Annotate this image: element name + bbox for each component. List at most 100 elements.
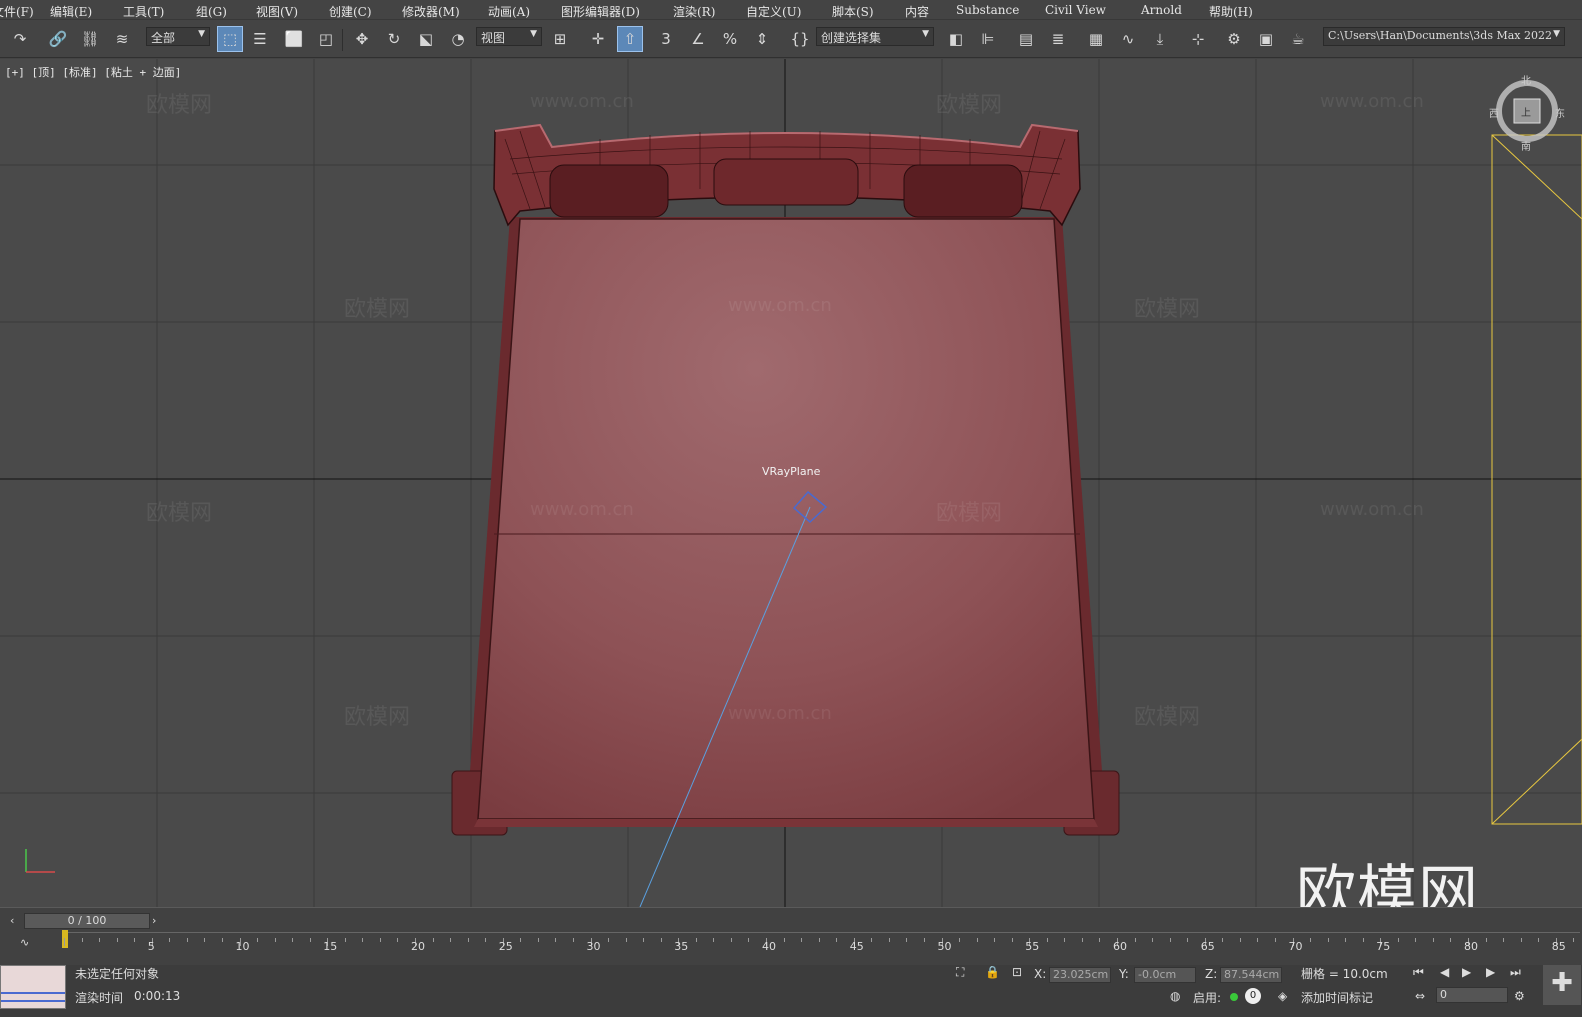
- compass-north[interactable]: 北: [1521, 72, 1531, 87]
- enable-count[interactable]: 0: [1245, 988, 1261, 1004]
- spinner-snap-icon[interactable]: ⇕: [750, 27, 774, 51]
- frame-tick-label: 60: [1113, 940, 1127, 953]
- scene-explorer-icon[interactable]: ▤: [1014, 27, 1038, 51]
- link-icon[interactable]: 🔗: [46, 27, 70, 51]
- move-icon[interactable]: ✥: [350, 27, 374, 51]
- chevron-down-icon: ▼: [530, 29, 537, 39]
- mirror-icon[interactable]: ◧: [944, 27, 968, 51]
- rect-selection-region-icon[interactable]: ⬜: [282, 27, 306, 51]
- slider-next-icon[interactable]: ›: [152, 914, 156, 927]
- menu-create[interactable]: 创建(C): [329, 3, 372, 20]
- menu-scripting[interactable]: 脚本(S): [832, 3, 874, 20]
- layer-explorer-icon[interactable]: ≣: [1046, 27, 1070, 51]
- render-production-icon[interactable]: ☕: [1286, 27, 1310, 51]
- current-frame-marker[interactable]: [62, 930, 68, 948]
- y-coord-field[interactable]: -0.0cm: [1134, 967, 1196, 983]
- menu-graph-editors[interactable]: 图形编辑器(D): [561, 3, 640, 20]
- key-mode-icon[interactable]: ⇔: [1415, 989, 1425, 1003]
- viewcube-face[interactable]: 上: [1521, 104, 1531, 119]
- bind-space-warp-icon[interactable]: ≋: [110, 27, 134, 51]
- track-bar[interactable]: [62, 932, 1580, 933]
- menu-customize[interactable]: 自定义(U): [746, 3, 801, 20]
- frame-tick: [81, 938, 83, 942]
- menu-edit[interactable]: 编辑(E): [50, 3, 92, 20]
- percent-snap-icon[interactable]: %: [718, 27, 742, 51]
- time-slider[interactable]: 0 / 100: [24, 913, 150, 929]
- current-frame-field[interactable]: 0: [1436, 987, 1508, 1003]
- place-icon[interactable]: ◔: [446, 27, 470, 51]
- absolute-mode-icon[interactable]: ⊡: [1012, 965, 1022, 979]
- menu-file[interactable]: 文件(F): [0, 3, 34, 20]
- compass-south[interactable]: 南: [1521, 138, 1531, 153]
- frame-tick: [221, 938, 223, 942]
- frame-tick: [1432, 938, 1434, 942]
- go-to-end-icon[interactable]: ⏭: [1510, 965, 1521, 980]
- menu-modifiers[interactable]: 修改器(M): [402, 3, 460, 20]
- play-icon[interactable]: ▶: [1462, 965, 1471, 979]
- viewport-label[interactable]: [+] [顶] [标准] [粘土 + 边面]: [5, 64, 181, 80]
- frame-tick: [871, 938, 873, 942]
- toggle-ribbon-icon[interactable]: ▦: [1084, 27, 1108, 51]
- angle-snap-icon[interactable]: ∠: [686, 27, 710, 51]
- menu-content[interactable]: 内容: [905, 3, 929, 20]
- compass-east[interactable]: 东: [1555, 105, 1565, 120]
- z-coord-field[interactable]: 87.544cm: [1220, 967, 1282, 983]
- dope-sheet-icon[interactable]: ⤓: [1148, 27, 1172, 51]
- menu-arnold[interactable]: Arnold: [1141, 3, 1182, 17]
- rotate-icon[interactable]: ↻: [382, 27, 406, 51]
- chevron-down-icon: ▼: [1553, 29, 1560, 39]
- window-crossing-icon[interactable]: ◰: [314, 27, 338, 51]
- compass-west[interactable]: 西: [1489, 105, 1499, 120]
- select-object-icon[interactable]: ⬚: [217, 26, 243, 52]
- select-by-name-icon[interactable]: ☰: [248, 27, 272, 51]
- unlink-icon[interactable]: ⛓: [78, 27, 102, 51]
- scale-icon[interactable]: ⬕: [414, 27, 438, 51]
- time-config-icon[interactable]: ⚙: [1514, 989, 1525, 1003]
- frame-tick-label: 30: [586, 940, 601, 953]
- slider-prev-icon[interactable]: ‹: [10, 914, 14, 927]
- frame-tick: [1415, 938, 1417, 942]
- lock-selection-icon[interactable]: 🔒: [985, 965, 1000, 979]
- isolate-selection-icon[interactable]: ⛶: [956, 965, 964, 980]
- chevron-down-icon: ▼: [922, 29, 929, 39]
- menu-help[interactable]: 帮助(H): [1209, 3, 1253, 20]
- time-tag-icon[interactable]: ◈: [1278, 989, 1287, 1003]
- select-manipulate-icon[interactable]: ✛: [586, 27, 610, 51]
- menu-group[interactable]: 组(G): [196, 3, 227, 20]
- frame-tick: [344, 938, 346, 942]
- align-icon[interactable]: ⊫: [976, 27, 1000, 51]
- frame-tick-label: 15: [323, 940, 338, 953]
- keyboard-shortcut-override-icon[interactable]: ⇧: [617, 26, 643, 52]
- frame-tick: [520, 938, 522, 942]
- go-to-start-icon[interactable]: ⏮: [1413, 965, 1424, 980]
- x-coord-field[interactable]: 23.025cm: [1049, 967, 1111, 983]
- prev-frame-icon[interactable]: ◀: [1440, 965, 1449, 979]
- snaps-toggle-icon[interactable]: 3: [654, 27, 678, 51]
- maxscript-listener-mini[interactable]: [0, 965, 66, 1009]
- frame-tick: [713, 938, 715, 942]
- menu-animation[interactable]: 动画(A): [488, 3, 530, 20]
- menu-views[interactable]: 视图(V): [256, 3, 298, 20]
- pivot-center-icon[interactable]: ⊞: [548, 27, 572, 51]
- schematic-view-icon[interactable]: ⊹: [1186, 27, 1210, 51]
- menu-civil-view[interactable]: Civil View: [1045, 3, 1106, 17]
- render-setup-icon[interactable]: ⚙: [1222, 27, 1246, 51]
- curve-editor-icon[interactable]: ∿: [1116, 27, 1140, 51]
- next-frame-icon[interactable]: ▶: [1486, 965, 1495, 979]
- adaptive-degradation-icon[interactable]: ◍: [1170, 989, 1180, 1003]
- viewport-nav-icon[interactable]: ✚: [1543, 965, 1581, 1005]
- menu-substance[interactable]: Substance: [956, 3, 1019, 17]
- viewport-top[interactable]: [+] [顶] [标准] [粘土 + 边面] 欧模网 www.om.cn 欧模网…: [0, 59, 1582, 907]
- edit-named-sets-icon[interactable]: {}: [788, 27, 812, 51]
- redo-icon[interactable]: ↷: [8, 27, 32, 51]
- selection-filter-dropdown[interactable]: 全部 ▼: [146, 27, 210, 46]
- add-time-tag[interactable]: 添加时间标记: [1301, 989, 1373, 1006]
- frame-tick: [1064, 938, 1066, 942]
- reference-coord-dropdown[interactable]: 视图 ▼: [476, 27, 542, 46]
- project-path-dropdown[interactable]: C:\Users\Han\Documents\3ds Max 2022 ▼: [1323, 27, 1565, 46]
- rendered-frame-window-icon[interactable]: ▣: [1254, 27, 1278, 51]
- menu-tools[interactable]: 工具(T): [123, 3, 164, 20]
- mini-curve-editor-icon[interactable]: ∿: [20, 936, 29, 949]
- named-selection-sets-dropdown[interactable]: 创建选择集 ▼: [816, 27, 934, 46]
- menu-rendering[interactable]: 渲染(R): [673, 3, 715, 20]
